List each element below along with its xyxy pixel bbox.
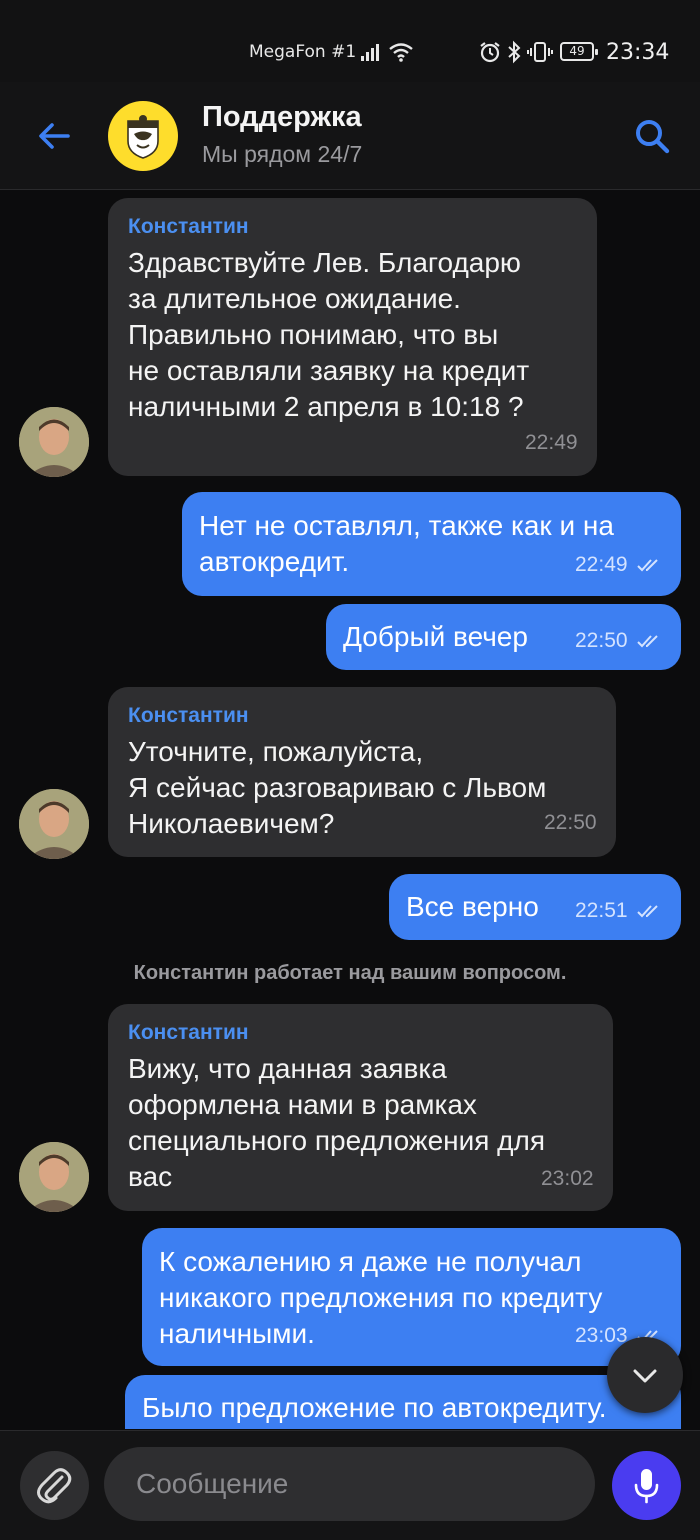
agent-avatar[interactable]	[19, 407, 89, 477]
bank-emblem-icon	[127, 115, 159, 159]
agent-photo	[19, 789, 89, 859]
chat-subtitle: Мы рядом 24/7	[202, 141, 363, 167]
message-bubble[interactable]: Было предложение по автокредиту.	[125, 1375, 681, 1429]
agent-working-notice: Константин работает над вашим вопросом.	[133, 962, 567, 984]
sender-name: Константин	[128, 704, 249, 727]
message-time: 22:50	[544, 811, 597, 834]
message-input[interactable]	[104, 1447, 595, 1521]
message-text: К сожалению я даже не получал никакого п…	[159, 1246, 603, 1349]
message-text: Было предложение по автокредиту.	[142, 1392, 607, 1423]
message-text: Здравствуйте Лев. Благодарю за длительно…	[128, 247, 530, 422]
chevron-down-icon	[633, 1369, 657, 1383]
message-time: 22:49	[525, 431, 578, 454]
clock: 23:34	[606, 40, 670, 65]
sender-name: Константин	[128, 1021, 249, 1044]
attach-button[interactable]	[20, 1451, 89, 1520]
paperclip-icon	[37, 1468, 72, 1504]
agent-photo	[19, 407, 89, 477]
scroll-to-bottom-button[interactable]	[607, 1337, 683, 1413]
message-text: Вижу, что данная заявка оформлена нами в…	[128, 1053, 546, 1192]
message-bubble[interactable]: Константин Здравствуйте Лев. Благодарю з…	[108, 198, 597, 476]
message-composer	[0, 1430, 700, 1540]
message-text: Добрый вечер	[343, 621, 528, 652]
microphone-icon	[634, 1469, 659, 1504]
status-bar: MegaFon #1 49 23:34	[0, 0, 700, 82]
support-logo-avatar[interactable]	[108, 101, 178, 171]
message-text: Все верно	[406, 891, 539, 922]
search-icon[interactable]	[632, 116, 672, 156]
message-time: 22:49	[575, 553, 628, 576]
message-time: 22:50	[575, 629, 628, 652]
message-bubble[interactable]: Константин Уточните, пожалуйста, Я сейча…	[108, 687, 616, 857]
bluetooth-icon	[508, 40, 521, 64]
message-time: 22:51	[575, 899, 628, 922]
arrow-left-icon[interactable]	[32, 114, 76, 158]
message-bubble[interactable]: Все верно 22:51	[389, 874, 681, 940]
message-bubble[interactable]: Нет не оставлял, также как и на автокред…	[182, 492, 681, 596]
battery-icon: 49	[560, 42, 598, 61]
chat-title: Поддержка	[202, 101, 362, 133]
wifi-icon	[389, 43, 413, 62]
read-checkmarks-icon	[637, 905, 658, 918]
read-checkmarks-icon	[637, 559, 658, 572]
carrier-label: MegaFon #1	[249, 42, 357, 62]
chat-header: Поддержка Мы рядом 24/7	[0, 82, 700, 190]
agent-photo	[19, 1142, 89, 1212]
microphone-button[interactable]	[612, 1451, 681, 1520]
read-checkmarks-icon	[637, 635, 658, 648]
vibrate-icon	[527, 42, 553, 62]
alarm-icon	[480, 42, 500, 63]
signal-icon	[361, 44, 379, 61]
sender-name: Константин	[128, 215, 249, 238]
message-bubble[interactable]: К сожалению я даже не получал никакого п…	[142, 1228, 681, 1366]
message-time: 23:02	[541, 1167, 594, 1190]
agent-avatar[interactable]	[19, 1142, 89, 1212]
message-bubble[interactable]: Константин Вижу, что данная заявка оформ…	[108, 1004, 613, 1211]
message-bubble[interactable]: Добрый вечер 22:50	[326, 604, 681, 670]
message-list[interactable]: Константин Здравствуйте Лев. Благодарю з…	[0, 191, 700, 1429]
message-text: Нет не оставлял, также как и на автокред…	[199, 510, 614, 577]
message-text: Уточните, пожалуйста, Я сейчас разговари…	[128, 736, 547, 839]
agent-avatar[interactable]	[19, 789, 89, 859]
